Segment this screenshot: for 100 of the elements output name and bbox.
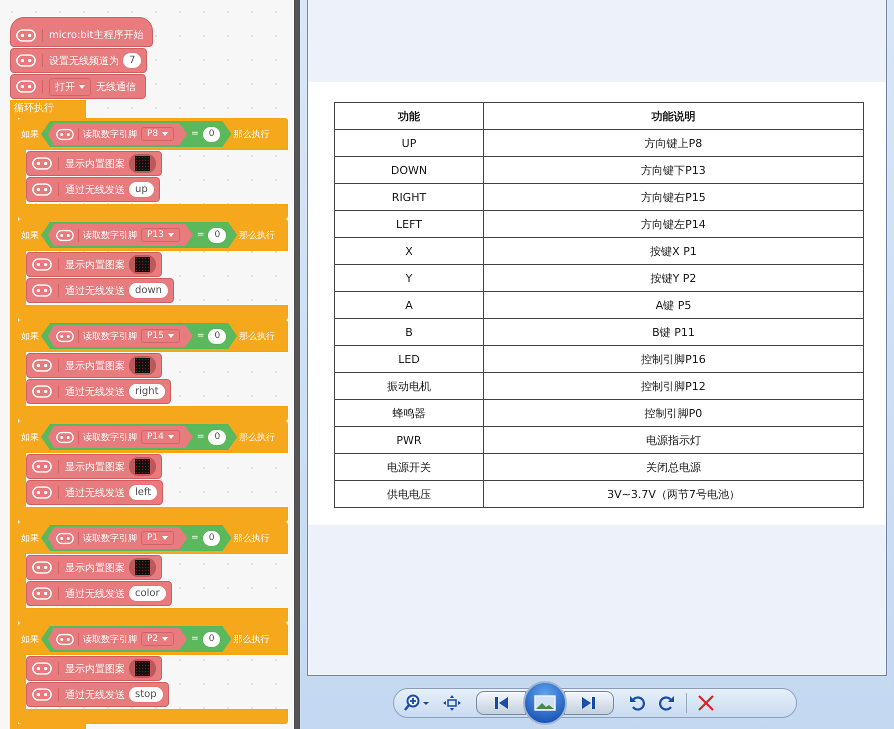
caret-icon (168, 435, 174, 439)
block-label: 通过无线发送 (65, 588, 125, 600)
microbit-icon (56, 128, 79, 140)
code-block[interactable]: 通过无线发送 up (26, 177, 160, 202)
block-label: micro:bit主程序开始 (49, 28, 144, 42)
condition-block[interactable]: 读取数字引脚 P13 = 0 (41, 222, 238, 248)
microbit-icon (32, 385, 59, 398)
slideshow-button[interactable] (523, 680, 567, 724)
led-pattern-field[interactable] (129, 255, 156, 274)
code-block[interactable]: 通过无线发送 color (26, 581, 172, 606)
if-label: 如果 (21, 432, 39, 444)
caret-icon (162, 637, 168, 641)
then-label: 那么执行 (239, 330, 276, 342)
microbit-icon (16, 80, 43, 93)
if-block-header[interactable]: 如果 读取数字引脚 P15 = 0 那么执行 (18, 320, 288, 352)
rotate-left-icon (628, 694, 646, 712)
caret-icon (79, 84, 85, 88)
if-block-header[interactable]: 如果 读取数字引脚 P14 = 0 那么执行 (18, 421, 288, 453)
condition-block[interactable]: 读取数字引脚 P1 = 0 (41, 525, 232, 551)
block-label: 读取数字引脚 (83, 634, 137, 646)
condition-block[interactable]: 读取数字引脚 P8 = 0 (41, 121, 232, 147)
condition-block[interactable]: 读取数字引脚 P14 = 0 (41, 424, 238, 450)
table-cell: LED (334, 346, 484, 372)
block-label: 读取数字引脚 (83, 230, 137, 242)
table-cell: LEFT (334, 210, 484, 238)
condition-block[interactable]: 读取数字引脚 P15 = 0 (41, 323, 238, 349)
table-cell: 方向键左P14 (484, 210, 864, 238)
equals-sign: = (191, 129, 199, 139)
previous-button[interactable] (476, 690, 526, 714)
table-cell: 方向键下P13 (484, 156, 864, 184)
column-header: 功能说明 (484, 102, 864, 130)
next-button[interactable] (564, 690, 614, 714)
block-label: 通过无线发送 (65, 386, 125, 398)
zoom-button[interactable] (402, 692, 432, 714)
table-cell: 方向键右P15 (484, 184, 864, 210)
microbit-icon (32, 587, 59, 600)
code-block[interactable]: 通过无线发送 right (26, 379, 170, 404)
table-cell: 振动电机 (334, 372, 484, 400)
number-field[interactable]: 0 (202, 126, 220, 142)
table-cell: UP (334, 130, 484, 156)
microbit-icon (32, 460, 59, 473)
microbit-icon (56, 632, 79, 646)
microbit-icon (32, 284, 59, 297)
code-block[interactable]: 通过无线发送 stop (26, 682, 169, 707)
number-field[interactable]: 0 (208, 328, 226, 344)
table-cell: RIGHT (334, 184, 484, 210)
if-label: 如果 (21, 532, 39, 544)
number-field[interactable]: 0 (208, 430, 226, 444)
then-label: 那么执行 (233, 128, 270, 140)
table-cell: 方向键上P8 (484, 130, 864, 156)
block-label: 显示内置图案 (65, 460, 125, 474)
led-pattern-field[interactable] (129, 457, 156, 476)
block-label: 通过无线发送 (65, 486, 125, 500)
led-pattern-field[interactable] (129, 356, 156, 375)
if-block-header[interactable]: 如果 读取数字引脚 P13 = 0 那么执行 (18, 219, 288, 251)
text-field[interactable]: color (129, 586, 166, 601)
table-cell: Y (334, 264, 484, 292)
microbit-icon (32, 561, 59, 574)
led-grid-icon (135, 459, 150, 474)
if-block-header[interactable]: 如果 读取数字引脚 P2 = 0 那么执行 (18, 623, 288, 655)
microbit-icon (16, 54, 43, 67)
skip-back-icon (493, 696, 509, 710)
led-grid-icon (135, 661, 150, 676)
text-field[interactable]: left (129, 485, 158, 500)
text-field[interactable]: up (129, 182, 154, 197)
table-cell: 控制引脚P0 (484, 400, 864, 426)
microbit-icon (32, 258, 59, 271)
equals-sign: = (196, 230, 204, 240)
number-field[interactable]: 0 (208, 228, 226, 242)
table-cell: A (334, 292, 484, 318)
if-block-header[interactable]: 如果 读取数字引脚 P1 = 0 那么执行 (18, 522, 288, 554)
if-label: 如果 (21, 330, 39, 342)
code-block[interactable]: 通过无线发送 left (26, 480, 164, 505)
if-block-header[interactable]: 如果 读取数字引脚 P8 = 0 那么执行 (18, 118, 288, 150)
block-label: 读取数字引脚 (83, 330, 137, 342)
number-field[interactable]: 0 (202, 632, 220, 646)
if-label: 如果 (21, 128, 39, 140)
led-pattern-field[interactable] (129, 154, 156, 173)
led-pattern-field[interactable] (129, 659, 156, 678)
column-header: 功能 (334, 102, 484, 130)
if-label: 如果 (21, 230, 39, 242)
fit-window-icon (442, 694, 462, 712)
text-field[interactable]: stop (129, 687, 163, 702)
led-pattern-field[interactable] (129, 558, 156, 577)
microbit-icon (56, 228, 79, 242)
code-block[interactable]: 设置无线频道为 7 (10, 48, 148, 73)
table-cell: 按键X P1 (484, 238, 864, 264)
if-label: 如果 (21, 634, 39, 646)
skip-forward-icon (581, 696, 597, 710)
led-grid-icon (135, 156, 150, 171)
number-field[interactable]: 0 (202, 530, 220, 546)
equals-sign: = (196, 331, 204, 341)
text-field[interactable]: right (129, 384, 164, 399)
condition-block[interactable]: 读取数字引脚 P2 = 0 (41, 626, 232, 652)
table-cell: 控制引脚P16 (484, 346, 864, 372)
microbit-icon (32, 157, 59, 170)
text-field[interactable]: down (129, 283, 168, 298)
block-label: 显示内置图案 (65, 258, 125, 272)
number-field[interactable]: 7 (123, 53, 142, 68)
code-block[interactable]: 通过无线发送 down (26, 278, 174, 303)
